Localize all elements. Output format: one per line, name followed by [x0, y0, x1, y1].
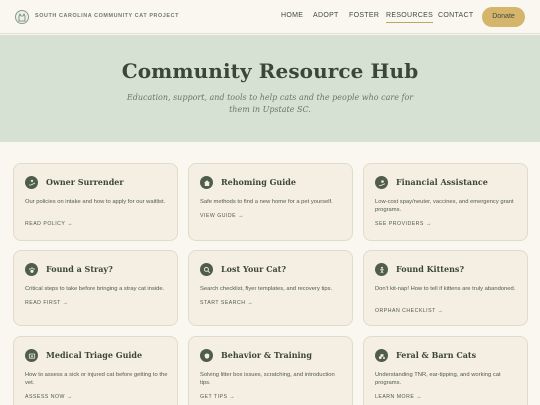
donate-button[interactable]: Donate	[482, 7, 525, 27]
card-description: Solving litter box issues, scratching, a…	[200, 372, 335, 387]
card-financial-assistance[interactable]: Financial Assistance Low-cost spay/neute…	[363, 163, 528, 241]
card-description: Our policies on intake and how to apply …	[25, 199, 166, 205]
card-owner-surrender[interactable]: Owner Surrender Our policies on intake a…	[13, 163, 178, 241]
paw-icon	[25, 263, 38, 276]
card-title: Lost Your Cat?	[221, 264, 287, 274]
brain-icon	[200, 349, 213, 362]
nav-contact[interactable]: CONTACT	[438, 12, 473, 19]
card-description: How to assess a sick or injured cat befo…	[25, 372, 168, 387]
nav-home[interactable]: HOME	[281, 12, 303, 19]
card-title: Behavior & Training	[221, 350, 312, 360]
medical-icon	[25, 349, 38, 362]
hand-coin-icon	[375, 176, 388, 189]
tractor-icon	[375, 349, 388, 362]
nav-adopt[interactable]: ADOPT	[313, 12, 339, 19]
card-lost-cat[interactable]: Lost Your Cat? Search checklist, flyer t…	[188, 250, 353, 326]
brand-name[interactable]: SOUTH CAROLINA COMMUNITY CAT PROJECT	[35, 13, 179, 19]
search-icon	[200, 263, 213, 276]
hero-section: Community Resource Hub Education, suppor…	[0, 35, 540, 142]
card-title: Found a Stray?	[46, 264, 113, 274]
page-title: Community Resource Hub	[121, 59, 419, 83]
read-policy-link[interactable]: READ POLICY →	[25, 221, 73, 227]
baby-icon	[375, 263, 388, 276]
card-rehoming-guide[interactable]: Rehoming Guide Safe methods to find a ne…	[188, 163, 353, 241]
card-medical-triage[interactable]: Medical Triage Guide How to assess a sic…	[13, 336, 178, 405]
assess-now-link[interactable]: ASSESS NOW →	[25, 394, 73, 400]
read-first-link[interactable]: READ FIRST →	[25, 300, 68, 306]
home-icon	[200, 176, 213, 189]
card-description: Low-cost spay/neuter, vaccines, and emer…	[375, 199, 514, 214]
card-description: Search checklist, flyer templates, and r…	[200, 286, 333, 292]
nav-foster[interactable]: FOSTER	[349, 12, 379, 19]
cat-icon	[18, 13, 26, 22]
view-guide-link[interactable]: VIEW GUIDE →	[200, 213, 244, 219]
logo[interactable]	[15, 10, 29, 24]
card-description: Don't kit-nap! How to tell if kittens ar…	[375, 286, 516, 292]
nav-resources[interactable]: RESOURCES	[386, 12, 434, 23]
start-search-link[interactable]: START SEARCH →	[200, 300, 253, 306]
card-title: Rehoming Guide	[221, 177, 296, 187]
card-description: Safe methods to find a new home for a pe…	[200, 199, 333, 205]
card-title: Medical Triage Guide	[46, 350, 143, 360]
card-title: Financial Assistance	[396, 177, 488, 187]
card-description: Critical steps to take before bringing a…	[25, 286, 165, 292]
learn-more-link[interactable]: LEARN MORE →	[375, 394, 422, 400]
card-feral-barn-cats[interactable]: Feral & Barn Cats Understanding TNR, ear…	[363, 336, 528, 405]
card-found-stray[interactable]: Found a Stray? Critical steps to take be…	[13, 250, 178, 326]
active-nav-indicator	[386, 22, 434, 23]
nav-resources-label: RESOURCES	[386, 12, 434, 19]
site-header: SOUTH CAROLINA COMMUNITY CAT PROJECT HOM…	[0, 0, 540, 34]
card-description: Understanding TNR, ear-tipping, and work…	[375, 372, 501, 387]
see-providers-link[interactable]: SEE PROVIDERS →	[375, 221, 432, 227]
get-tips-link[interactable]: GET TIPS →	[200, 394, 235, 400]
card-behavior-training[interactable]: Behavior & Training Solving litter box i…	[188, 336, 353, 405]
card-title: Found Kittens?	[396, 264, 465, 274]
hand-heart-icon	[25, 176, 38, 189]
orphan-checklist-link[interactable]: ORPHAN CHECKLIST →	[375, 308, 443, 314]
page-subtitle: Education, support, and tools to help ca…	[126, 93, 414, 114]
card-found-kittens[interactable]: Found Kittens? Don't kit-nap! How to tel…	[363, 250, 528, 326]
card-title: Feral & Barn Cats	[396, 350, 477, 360]
card-title: Owner Surrender	[46, 177, 124, 187]
